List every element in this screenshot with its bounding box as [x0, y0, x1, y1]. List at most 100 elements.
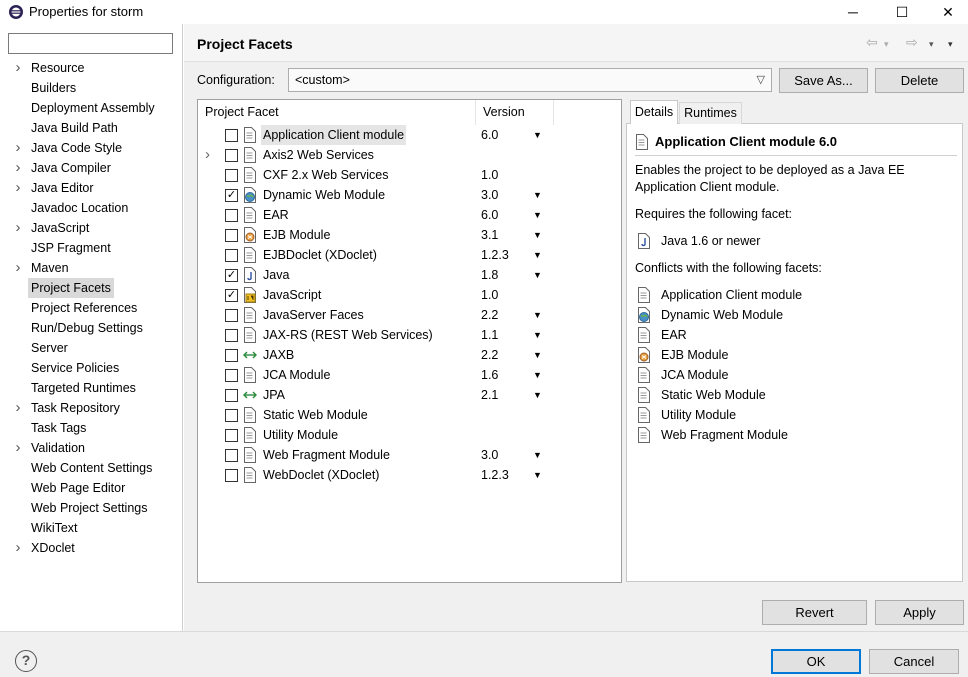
facet-checkbox[interactable]: [225, 169, 238, 182]
sidebar-item[interactable]: Javadoc Location: [0, 198, 183, 218]
facet-checkbox[interactable]: [225, 229, 238, 242]
sidebar-item[interactable]: Web Project Settings: [0, 498, 183, 518]
version-dropdown-icon[interactable]: ▼: [533, 185, 542, 205]
facet-checkbox[interactable]: [225, 309, 238, 322]
sidebar-item[interactable]: Project Facets: [0, 278, 183, 298]
sidebar-item[interactable]: › Java Editor: [0, 178, 183, 198]
facet-version[interactable]: 1.1: [481, 325, 498, 345]
filter-input[interactable]: [8, 33, 173, 54]
facet-row[interactable]: › Axis2 Web Services: [198, 145, 621, 165]
facet-row[interactable]: JCA Module 1.6 ▼: [198, 365, 621, 385]
ok-button[interactable]: OK: [771, 649, 861, 674]
cancel-button[interactable]: Cancel: [869, 649, 959, 674]
facet-row[interactable]: ✓ Java 1.8 ▼: [198, 265, 621, 285]
sidebar-item[interactable]: › JavaScript: [0, 218, 183, 238]
facet-checkbox[interactable]: [225, 369, 238, 382]
facet-version[interactable]: 3.1: [481, 225, 498, 245]
facet-row[interactable]: EAR 6.0 ▼: [198, 205, 621, 225]
facet-row[interactable]: Static Web Module: [198, 405, 621, 425]
facet-checkbox[interactable]: [225, 349, 238, 362]
forward-icon[interactable]: ⇨: [906, 34, 918, 51]
facet-checkbox[interactable]: [225, 429, 238, 442]
close-button[interactable]: ✕: [925, 0, 968, 24]
sidebar-item[interactable]: › Task Repository: [0, 398, 183, 418]
sidebar-item[interactable]: Web Page Editor: [0, 478, 183, 498]
facet-checkbox[interactable]: [225, 249, 238, 262]
sidebar-item[interactable]: Targeted Runtimes: [0, 378, 183, 398]
facet-version[interactable]: 6.0: [481, 125, 498, 145]
sidebar-item[interactable]: › Java Code Style: [0, 138, 183, 158]
forward-menu-icon[interactable]: ▾: [929, 39, 934, 50]
sidebar-item[interactable]: Server: [0, 338, 183, 358]
tab-details[interactable]: Details: [630, 100, 678, 124]
facet-checkbox[interactable]: ✓: [225, 289, 238, 302]
facet-row[interactable]: Utility Module: [198, 425, 621, 445]
version-dropdown-icon[interactable]: ▼: [533, 205, 542, 225]
facet-row[interactable]: WebDoclet (XDoclet) 1.2.3 ▼: [198, 465, 621, 485]
facet-row[interactable]: JPA 2.1 ▼: [198, 385, 621, 405]
sidebar-item[interactable]: Builders: [0, 78, 183, 98]
sidebar-item[interactable]: JSP Fragment: [0, 238, 183, 258]
revert-button[interactable]: Revert: [762, 600, 867, 625]
facet-checkbox[interactable]: [225, 129, 238, 142]
facet-checkbox[interactable]: [225, 389, 238, 402]
chevron-right-icon[interactable]: ›: [12, 538, 24, 558]
version-dropdown-icon[interactable]: ▼: [533, 225, 542, 245]
facet-row[interactable]: ✓ JavaScript 1.0: [198, 285, 621, 305]
help-icon[interactable]: ?: [15, 650, 37, 672]
facet-checkbox[interactable]: [225, 469, 238, 482]
facet-checkbox[interactable]: [225, 329, 238, 342]
chevron-right-icon[interactable]: ›: [12, 438, 24, 458]
chevron-right-icon[interactable]: ›: [12, 258, 24, 278]
sidebar-item[interactable]: Deployment Assembly: [0, 98, 183, 118]
chevron-right-icon[interactable]: ›: [12, 138, 24, 158]
sidebar-item[interactable]: Run/Debug Settings: [0, 318, 183, 338]
facet-row[interactable]: EJBDoclet (XDoclet) 1.2.3 ▼: [198, 245, 621, 265]
column-header-facet[interactable]: Project Facet: [198, 100, 476, 125]
version-dropdown-icon[interactable]: ▼: [533, 245, 542, 265]
configuration-combo[interactable]: <custom> ▽: [288, 68, 772, 92]
minimize-button[interactable]: ─: [830, 0, 876, 24]
sidebar-item[interactable]: Task Tags: [0, 418, 183, 438]
sidebar-item[interactable]: WikiText: [0, 518, 183, 538]
version-dropdown-icon[interactable]: ▼: [533, 345, 542, 365]
facet-row[interactable]: JAX-RS (REST Web Services) 1.1 ▼: [198, 325, 621, 345]
facet-version[interactable]: 1.6: [481, 365, 498, 385]
maximize-button[interactable]: ☐: [879, 0, 925, 24]
chevron-right-icon[interactable]: ›: [12, 158, 24, 178]
version-dropdown-icon[interactable]: ▼: [533, 445, 542, 465]
facet-row[interactable]: JAXB 2.2 ▼: [198, 345, 621, 365]
version-dropdown-icon[interactable]: ▼: [533, 305, 542, 325]
sidebar-item[interactable]: Service Policies: [0, 358, 183, 378]
facet-version[interactable]: 2.1: [481, 385, 498, 405]
facet-row[interactable]: Web Fragment Module 3.0 ▼: [198, 445, 621, 465]
sidebar-item[interactable]: › Resource: [0, 58, 183, 78]
facet-row[interactable]: JavaServer Faces 2.2 ▼: [198, 305, 621, 325]
facet-version[interactable]: 3.0: [481, 445, 498, 465]
sidebar-item[interactable]: › Java Compiler: [0, 158, 183, 178]
chevron-right-icon[interactable]: ›: [12, 218, 24, 238]
facet-version[interactable]: 3.0: [481, 185, 498, 205]
view-menu-icon[interactable]: ▾: [948, 39, 953, 50]
sidebar-item[interactable]: Project References: [0, 298, 183, 318]
facet-checkbox[interactable]: [225, 209, 238, 222]
sidebar-item[interactable]: Web Content Settings: [0, 458, 183, 478]
facet-checkbox[interactable]: ✓: [225, 189, 238, 202]
back-menu-icon[interactable]: ▾: [884, 39, 889, 50]
facet-version[interactable]: 1.2.3: [481, 245, 509, 265]
sidebar-item[interactable]: › Maven: [0, 258, 183, 278]
facet-version[interactable]: 1.0: [481, 165, 498, 185]
facet-row[interactable]: Application Client module 6.0 ▼: [198, 125, 621, 145]
save-as-button[interactable]: Save As...: [779, 68, 868, 93]
chevron-right-icon[interactable]: ›: [12, 398, 24, 418]
sidebar-item[interactable]: › XDoclet: [0, 538, 183, 558]
facet-version[interactable]: 2.2: [481, 345, 498, 365]
chevron-right-icon[interactable]: ›: [12, 178, 24, 198]
chevron-right-icon[interactable]: ›: [205, 145, 215, 165]
tab-runtimes[interactable]: Runtimes: [679, 102, 742, 124]
facet-checkbox[interactable]: [225, 449, 238, 462]
facet-checkbox[interactable]: [225, 409, 238, 422]
facet-row[interactable]: ✓ Dynamic Web Module 3.0 ▼: [198, 185, 621, 205]
facet-version[interactable]: 2.2: [481, 305, 498, 325]
facet-checkbox[interactable]: ✓: [225, 269, 238, 282]
